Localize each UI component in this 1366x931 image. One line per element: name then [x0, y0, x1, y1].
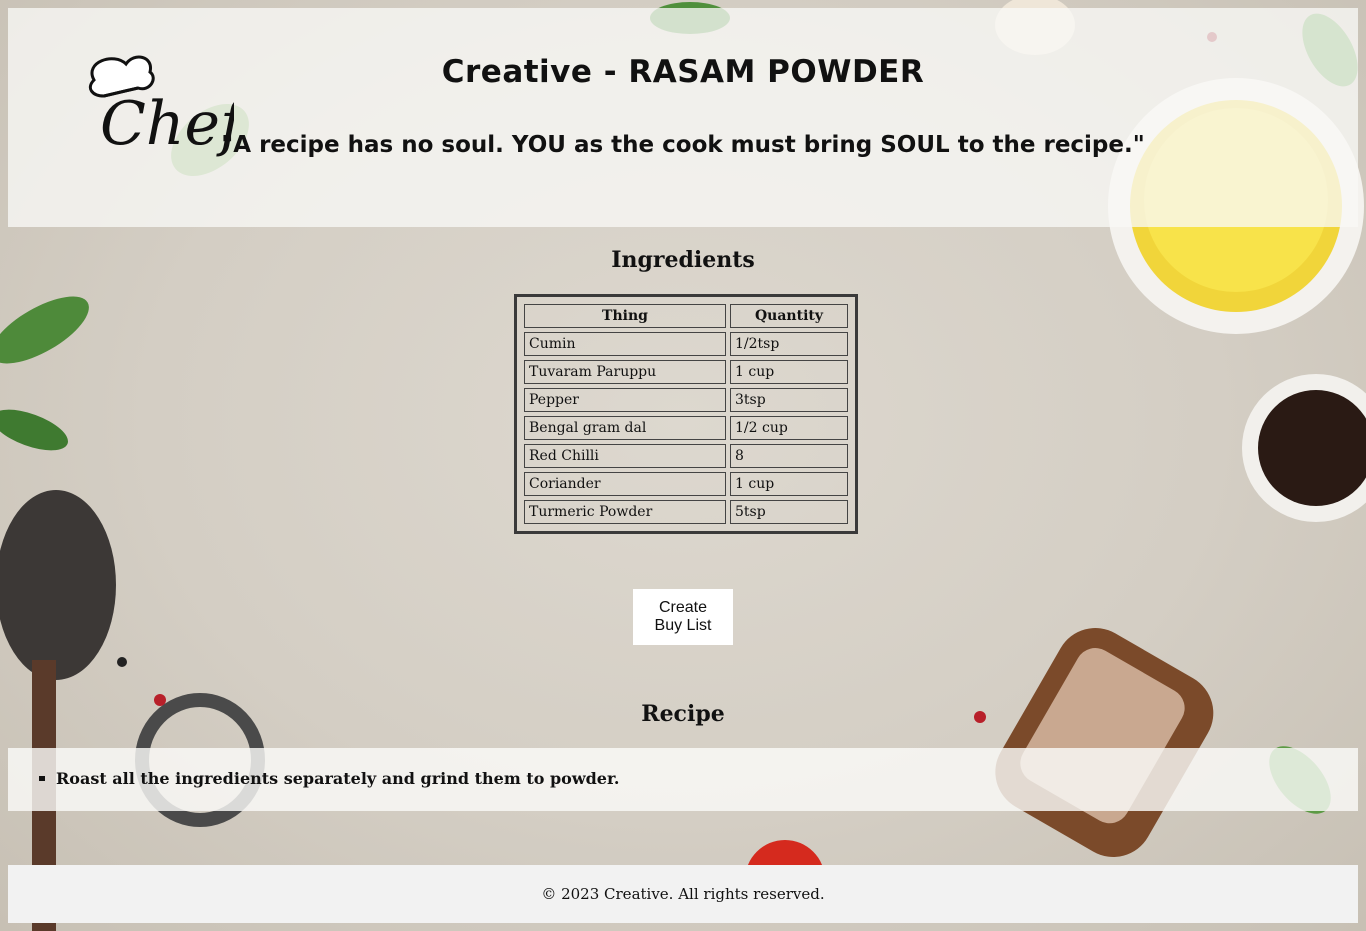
ingredient-name: Pepper [524, 388, 726, 412]
ingredient-quantity: 3tsp [730, 388, 848, 412]
table-header-row: Thing Quantity [524, 304, 848, 328]
table-row: Tuvaram Paruppu 1 cup [524, 360, 848, 384]
page-title: Creative - RASAM POWDER [441, 54, 925, 90]
ingredient-name: Bengal gram dal [524, 416, 726, 440]
column-header-quantity: Quantity [730, 304, 848, 328]
table-row: Coriander 1 cup [524, 472, 848, 496]
ingredients-heading: Ingredients [611, 247, 755, 273]
table-row: Red Chilli 8 [524, 444, 848, 468]
recipe-step: Roast all the ingredients separately and… [40, 769, 620, 788]
ingredient-quantity: 1 cup [730, 360, 848, 384]
copyright-text: © 2023 Creative. All rights reserved. [541, 885, 825, 903]
site-footer: © 2023 Creative. All rights reserved. [8, 865, 1358, 923]
ingredient-quantity: 1/2tsp [730, 332, 848, 356]
ingredient-quantity: 8 [730, 444, 848, 468]
table-row: Turmeric Powder 5tsp [524, 500, 848, 524]
recipe-heading: Recipe [641, 701, 725, 727]
ingredients-table: Thing Quantity Cumin 1/2tsp Tuvaram Paru… [520, 300, 852, 528]
table-row: Cumin 1/2tsp [524, 332, 848, 356]
table-row: Bengal gram dal 1/2 cup [524, 416, 848, 440]
recipe-steps: Roast all the ingredients separately and… [8, 748, 1358, 811]
create-buy-list-button[interactable]: Create Buy List [633, 589, 733, 645]
ingredient-name: Cumin [524, 332, 726, 356]
ingredient-quantity: 1 cup [730, 472, 848, 496]
button-label-line2: Buy List [654, 617, 712, 634]
header-quote: "A recipe has no soul. YOU as the cook m… [221, 132, 1145, 158]
column-header-thing: Thing [524, 304, 726, 328]
ingredient-name: Coriander [524, 472, 726, 496]
ingredient-quantity: 5tsp [730, 500, 848, 524]
ingredient-name: Red Chilli [524, 444, 726, 468]
ingredient-name: Turmeric Powder [524, 500, 726, 524]
site-header: Chef Creative - RASAM POWDER "A recipe h… [8, 8, 1358, 227]
ingredients-table-wrapper: Thing Quantity Cumin 1/2tsp Tuvaram Paru… [514, 294, 858, 534]
ingredient-quantity: 1/2 cup [730, 416, 848, 440]
button-label-line1: Create [658, 599, 708, 616]
table-row: Pepper 3tsp [524, 388, 848, 412]
ingredient-name: Tuvaram Paruppu [524, 360, 726, 384]
